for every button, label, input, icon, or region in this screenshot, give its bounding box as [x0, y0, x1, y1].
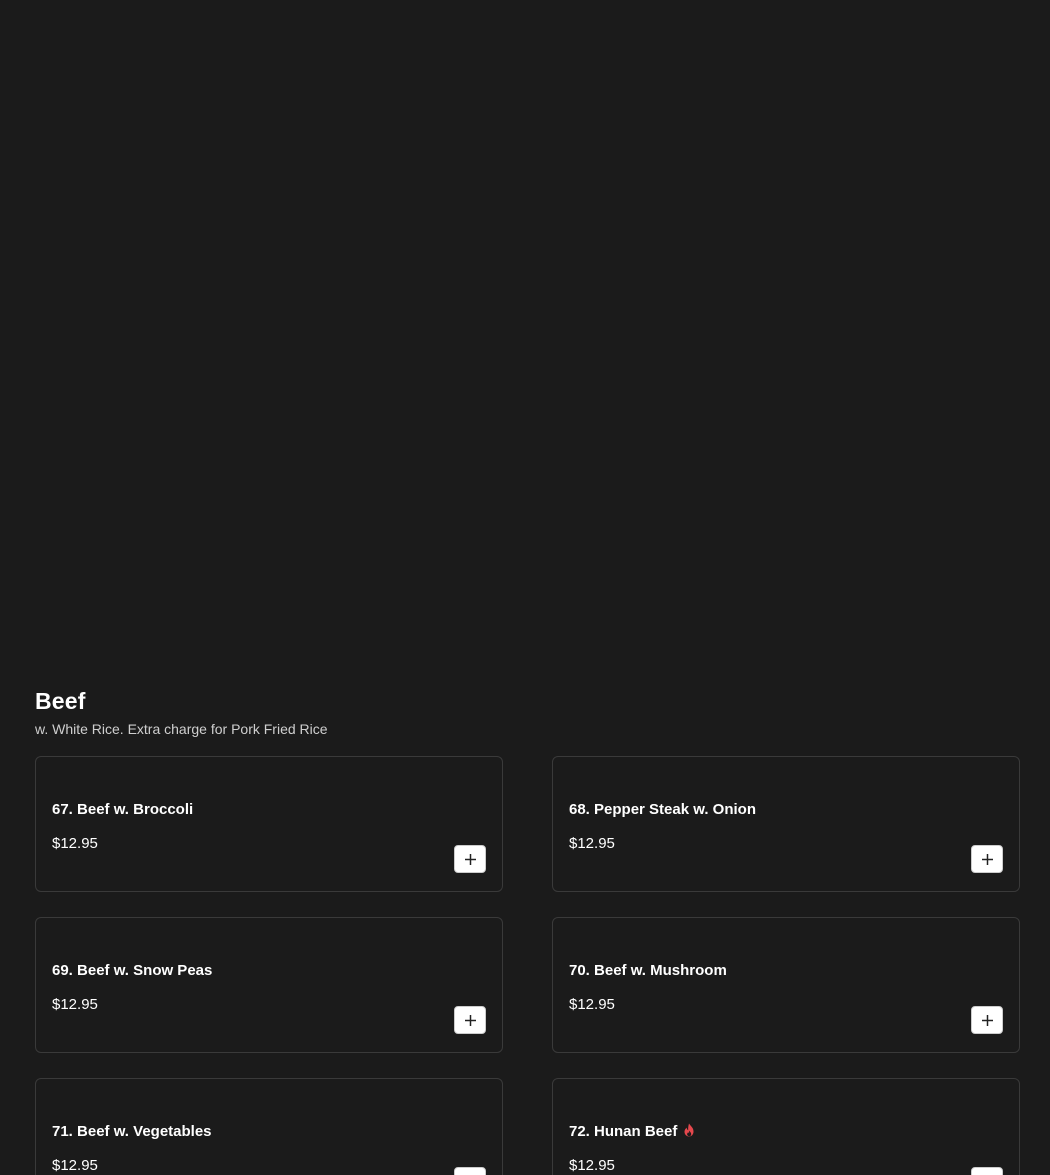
add-item-button[interactable] [971, 1167, 1003, 1175]
menu-item-name: 67. Beef w. Broccoli [52, 801, 194, 818]
flame-icon [684, 1123, 694, 1137]
menu-item-card[interactable]: 68. Pepper Steak w. Onion $12.95 [552, 756, 1020, 892]
menu-section-header: Beef w. White Rice. Extra charge for Por… [35, 686, 1021, 738]
menu-item-card[interactable]: 67. Beef w. Broccoli $12.95 [35, 756, 503, 892]
section-subtitle: w. White Rice. Extra charge for Pork Fri… [35, 721, 328, 737]
menu-item-price: $12.95 [569, 835, 615, 852]
section-title: Beef [35, 688, 86, 714]
add-item-button[interactable] [971, 845, 1003, 873]
plus-icon [464, 1014, 476, 1026]
plus-icon [981, 1014, 993, 1026]
menu-item-name: 71. Beef w. Vegetables [52, 1123, 212, 1140]
plus-icon [981, 853, 993, 865]
empty-banner-area [0, 0, 1050, 670]
menu-item-price: $12.95 [52, 835, 98, 852]
add-item-button[interactable] [454, 1006, 486, 1034]
menu-item-price: $12.95 [52, 996, 98, 1013]
menu-item-price: $12.95 [52, 1157, 98, 1174]
menu-item-name: 72. Hunan Beef [569, 1123, 678, 1140]
menu-item-card[interactable]: 72. Hunan Beef $12.95 [552, 1078, 1020, 1175]
menu-item-card[interactable]: 69. Beef w. Snow Peas $12.95 [35, 917, 503, 1053]
add-item-button[interactable] [971, 1006, 1003, 1034]
menu-item-price: $12.95 [569, 1157, 615, 1174]
add-item-button[interactable] [454, 1167, 486, 1175]
menu-item-card[interactable]: 71. Beef w. Vegetables $12.95 [35, 1078, 503, 1175]
menu-item-name: 69. Beef w. Snow Peas [52, 962, 213, 979]
menu-page: Beef w. White Rice. Extra charge for Por… [0, 0, 1050, 1175]
menu-item-name-row: 72. Hunan Beef [569, 1122, 695, 1142]
add-item-button[interactable] [454, 845, 486, 873]
menu-item-name: 70. Beef w. Mushroom [569, 962, 727, 979]
plus-icon [464, 853, 476, 865]
menu-item-card[interactable]: 70. Beef w. Mushroom $12.95 [552, 917, 1020, 1053]
menu-item-name: 68. Pepper Steak w. Onion [569, 801, 757, 818]
menu-item-price: $12.95 [569, 996, 615, 1013]
